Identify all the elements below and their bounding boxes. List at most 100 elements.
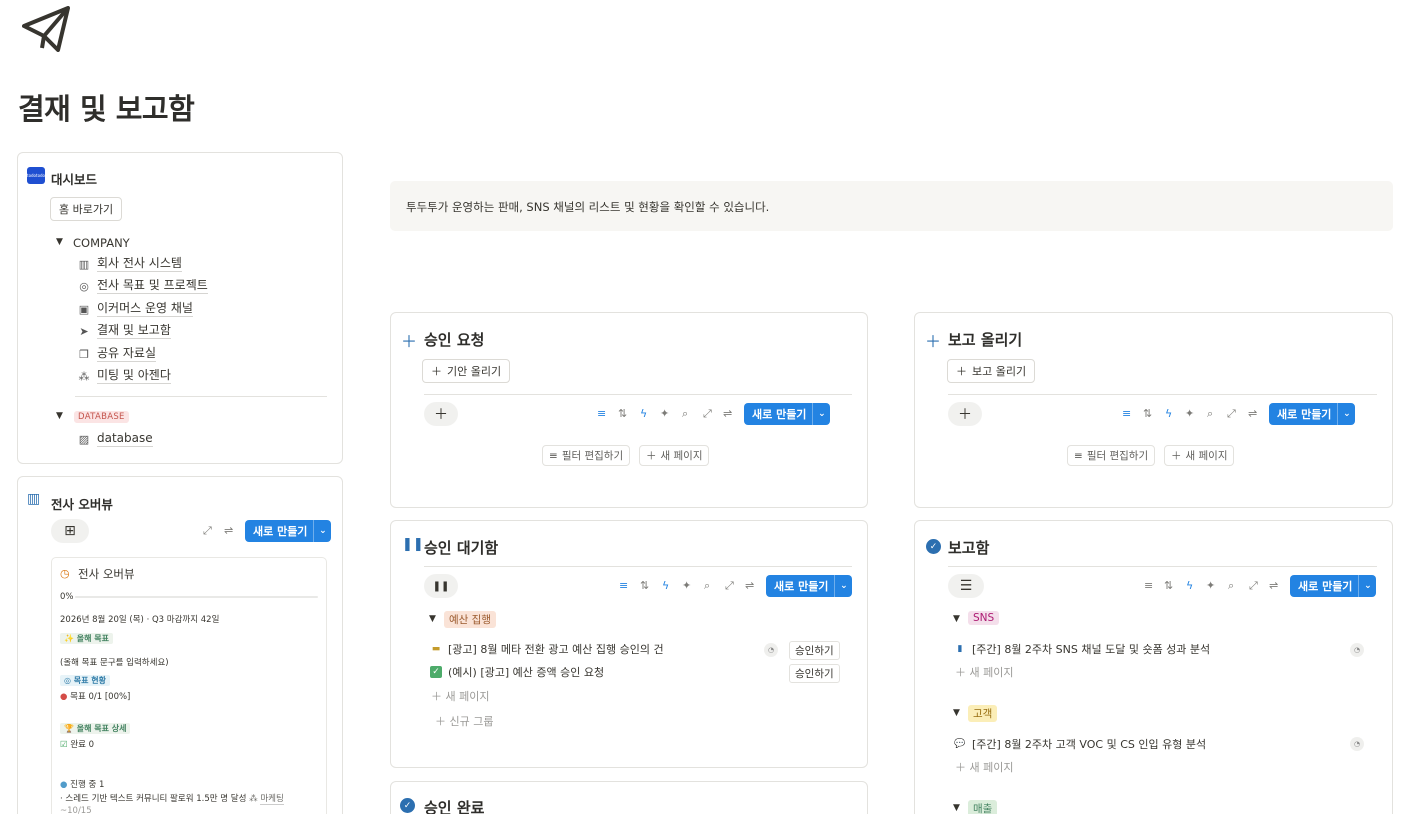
paper-plane-icon: ➤ <box>79 324 89 338</box>
report-box-new-button[interactable]: 새로 만들기 ⌄ <box>1290 575 1377 597</box>
settings-icon[interactable]: ⇌ <box>1269 579 1278 592</box>
link-database[interactable]: ▨ database <box>77 431 153 447</box>
clock-icon: ◷ <box>60 567 70 580</box>
new-page-row[interactable]: ＋ 새 페이지 <box>955 664 1013 680</box>
chevron-down-icon[interactable]: ⌄ <box>313 520 331 542</box>
search-icon[interactable]: ⌕ <box>682 407 688 421</box>
board-view-button[interactable]: ❚❚ <box>424 574 458 598</box>
item-line: · 스레드 기반 텍스트 커뮤니티 팔로워 1.5만 명 달성 ⁂ 마케팅 <box>60 794 284 805</box>
search-icon[interactable]: ⌕ <box>1228 579 1234 593</box>
chevron-down-icon[interactable]: ⌄ <box>1358 575 1376 597</box>
new-page-row[interactable]: ＋ 새 페이지 <box>955 759 1013 775</box>
progress-label: 0% <box>60 592 74 602</box>
toggle-group-icon[interactable]: ▼ <box>953 708 960 718</box>
edit-filter-button[interactable]: ≡ 필터 편집하기 <box>1067 445 1156 466</box>
chevron-down-icon[interactable]: ⌄ <box>1337 403 1355 425</box>
link-shared-files[interactable]: ❐ 공유 자료실 <box>77 346 157 362</box>
gallery-view-button[interactable]: ⊞ <box>51 519 89 543</box>
status-tag: ◎ 목표 현황 <box>60 675 110 686</box>
toggle-database-icon[interactable]: ▼ <box>56 411 63 421</box>
database-tag: DATABASE <box>74 411 129 423</box>
add-view-button[interactable]: ＋ <box>948 402 982 426</box>
filter-icon[interactable]: ≡ <box>1144 579 1153 592</box>
expand-icon[interactable]: ⤢ <box>1227 407 1236 421</box>
company-logo: todotodo <box>27 167 45 184</box>
sort-icon[interactable]: ⇅ <box>618 407 627 420</box>
report-upload-new-button[interactable]: 새로 만들기 ⌄ <box>1269 403 1356 425</box>
people-icon: ⁂ <box>78 369 90 383</box>
list-view-button[interactable]: ☰ <box>948 574 984 598</box>
toggle-group-icon[interactable]: ▼ <box>429 614 436 624</box>
settings-icon[interactable]: ⇌ <box>723 407 732 420</box>
settings-icon[interactable]: ⇌ <box>745 579 754 592</box>
building-icon: ▥ <box>78 257 90 271</box>
goal-tag: ✨ 올해 목표 <box>60 633 113 644</box>
approval-request-new-button[interactable]: 새로 만들기 ⌄ <box>744 403 831 425</box>
link-ecommerce-channels[interactable]: ▣ 이커머스 운영 채널 <box>77 301 193 317</box>
goal-status: ● 목표 0/1 [00%] <box>60 692 131 702</box>
search-icon[interactable]: ⌕ <box>704 579 710 593</box>
done-line: ☑ 완료 0 <box>60 740 95 750</box>
filter-icon[interactable]: ≡ <box>597 407 606 420</box>
upload-report-button[interactable]: ＋ 보고 올리기 <box>947 359 1036 383</box>
company-label: COMPANY <box>73 236 130 250</box>
copy-icon: ❐ <box>79 347 89 361</box>
home-button[interactable]: 홈 바로가기 <box>50 197 123 221</box>
chevron-down-icon[interactable]: ⌄ <box>834 575 852 597</box>
settings-icon[interactable]: ⇌ <box>1248 407 1257 420</box>
overview-header: 전사 오버뷰 <box>51 497 113 512</box>
inprogress-line: ● 진행 중 1 <box>60 780 105 790</box>
plus-icon: ＋ <box>401 332 418 351</box>
table-row[interactable]: ▬ [광고] 8월 메타 전환 광고 예산 집행 승인의 건 <box>430 641 664 657</box>
approval-waiting-new-button[interactable]: 새로 만들기 ⌄ <box>766 575 853 597</box>
link-goals-projects[interactable]: ◎ 전사 목표 및 프로젝트 <box>77 278 208 294</box>
check-icon: ✓ <box>430 666 442 678</box>
filter-icon[interactable]: ≡ <box>1122 407 1131 420</box>
group-tag-budget: 예산 집행 <box>444 611 496 628</box>
progress-bar <box>75 596 318 598</box>
table-row[interactable]: 💬 [주간] 8월 2주차 고객 VOC 및 CS 인입 유형 분석 <box>954 736 1206 752</box>
toggle-company-icon[interactable]: ▼ <box>56 237 63 247</box>
new-page-row[interactable]: ＋ 새 페이지 <box>431 688 489 704</box>
table-row[interactable]: ▮ [주간] 8월 2주차 SNS 채널 도달 및 숏폼 성과 분석 <box>954 641 1211 657</box>
filter-icon[interactable]: ≡ <box>619 579 628 592</box>
magic-icon[interactable]: ✦ <box>682 579 691 592</box>
sort-icon[interactable]: ⇅ <box>640 579 649 592</box>
overview-new-button[interactable]: 새로 만들기 ⌄ <box>245 520 332 542</box>
magic-icon[interactable]: ✦ <box>1206 579 1215 592</box>
new-group-row[interactable]: ＋ 신규 그룹 <box>435 713 493 729</box>
date-line: 2026년 8월 20일 (목) · Q3 마감까지 42일 <box>60 615 220 625</box>
edit-filter-button[interactable]: ≡ 필터 편집하기 <box>542 445 631 466</box>
search-icon[interactable]: ⌕ <box>1207 407 1213 421</box>
table-row[interactable]: ✓ (예시) [광고] 예산 증액 승인 요청 <box>430 664 604 680</box>
expand-icon[interactable]: ⤢ <box>725 579 734 593</box>
toggle-group-icon[interactable]: ▼ <box>953 803 960 813</box>
automation-icon[interactable]: ϟ <box>640 407 647 420</box>
approve-button[interactable]: 승인하기 <box>789 641 840 660</box>
submit-draft-button[interactable]: ＋ 기안 올리기 <box>422 359 511 383</box>
magic-icon[interactable]: ✦ <box>660 407 669 420</box>
sort-icon[interactable]: ⇅ <box>1143 407 1152 420</box>
link-company-system[interactable]: ▥ 회사 전사 시스템 <box>77 256 182 272</box>
toggle-group-icon[interactable]: ▼ <box>953 614 960 624</box>
approval-request-divider <box>424 394 852 395</box>
new-page-button[interactable]: ＋ 새 페이지 <box>1164 445 1235 466</box>
approve-button[interactable]: 승인하기 <box>789 664 840 683</box>
target-icon: ◎ <box>79 279 89 293</box>
new-page-button[interactable]: ＋ 새 페이지 <box>639 445 710 466</box>
automation-icon[interactable]: ϟ <box>1165 407 1172 420</box>
expand-icon[interactable]: ⤢ <box>1249 579 1258 593</box>
approval-done-title: 승인 완료 <box>424 799 485 814</box>
sort-icon[interactable]: ⇅ <box>1164 579 1173 592</box>
automation-icon[interactable]: ϟ <box>662 579 669 592</box>
expand-icon[interactable]: ⤢ <box>203 524 212 538</box>
add-view-button[interactable]: ＋ <box>424 402 458 426</box>
chat-bubble-icon: 💬 <box>954 739 966 749</box>
chevron-down-icon[interactable]: ⌄ <box>812 403 830 425</box>
automation-icon[interactable]: ϟ <box>1186 579 1193 592</box>
magic-icon[interactable]: ✦ <box>1185 407 1194 420</box>
settings-icon[interactable]: ⇌ <box>224 524 233 537</box>
link-approvals-reports[interactable]: ➤ 결재 및 보고함 <box>77 323 171 339</box>
link-meetings-agenda[interactable]: ⁂ 미팅 및 아젠다 <box>77 368 171 384</box>
expand-icon[interactable]: ⤢ <box>703 407 712 421</box>
